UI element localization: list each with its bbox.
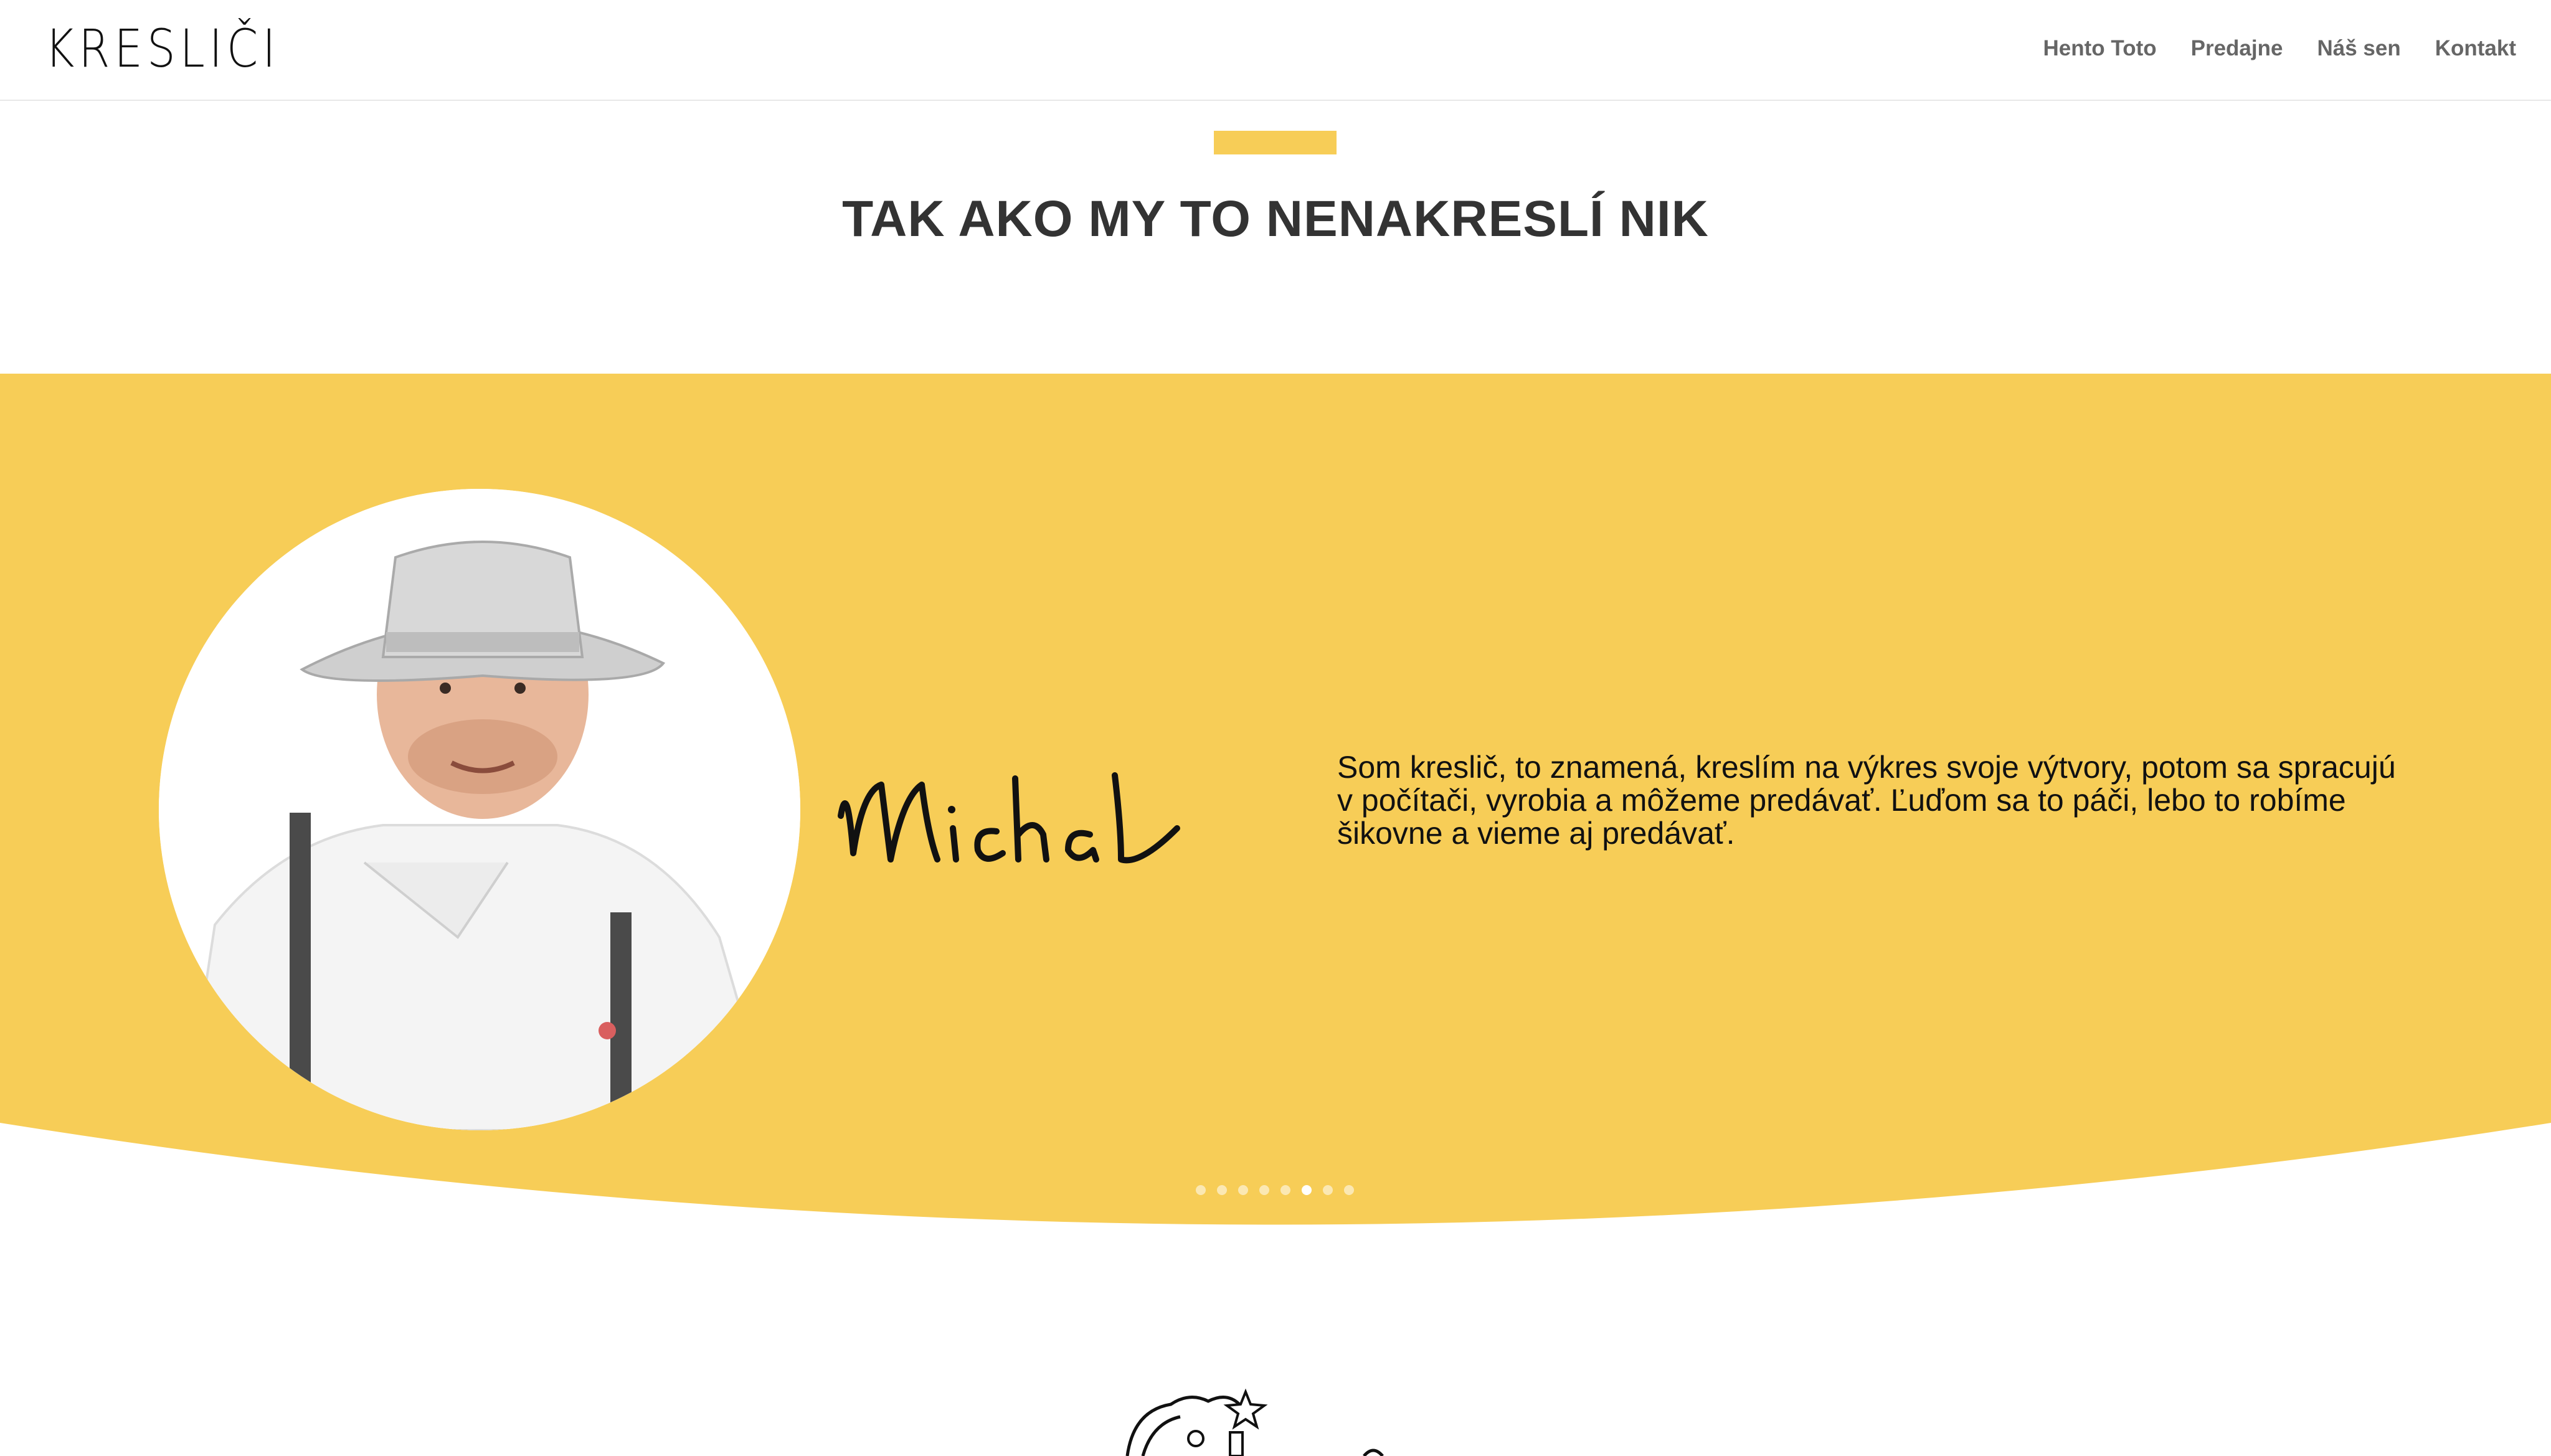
slider-dot-8[interactable] [1344,1185,1354,1195]
testimonial-quote: Som kreslič, to znamená, kreslím na výkr… [1337,750,2396,851]
signature-michal [828,741,1190,884]
nav-link-hento-toto[interactable]: Hento Toto [2043,36,2157,61]
slider-pagination [1196,1185,1354,1195]
heading-accent-bar [1214,131,1337,154]
page-headline: TAK AKO MY TO NENAKRESLÍ NIK [842,191,1709,247]
slider-dot-6[interactable] [1302,1185,1312,1195]
slider-dot-4[interactable] [1259,1185,1269,1195]
site-header: KRESLIČI Hento Toto Predajne Náš sen Kon… [0,0,2551,101]
nav-link-nas-sen[interactable]: Náš sen [2317,36,2400,61]
slider-dot-3[interactable] [1238,1185,1248,1195]
nav-link-predajne[interactable]: Predajne [2191,36,2283,61]
doodle-illustration [1125,1388,1384,1456]
slider-dot-1[interactable] [1196,1185,1206,1195]
nav-link-kontakt[interactable]: Kontakt [2435,36,2516,61]
main-nav: Hento Toto Predajne Náš sen Kontakt [2043,36,2516,61]
site-logo[interactable]: KRESLIČI [45,22,280,75]
portrait-photo [159,489,800,1130]
slider-dot-5[interactable] [1280,1185,1290,1195]
slider-dot-7[interactable] [1323,1185,1333,1195]
slider-dot-2[interactable] [1217,1185,1227,1195]
